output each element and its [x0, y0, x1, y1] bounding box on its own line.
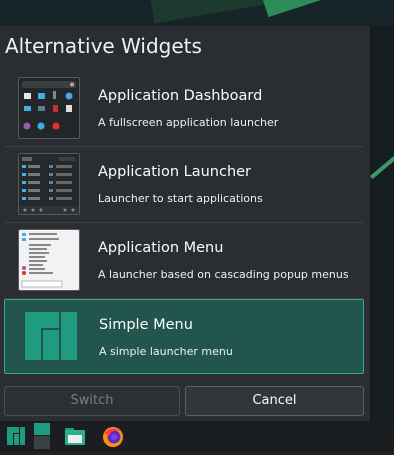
- manjaro-logo-icon[interactable]: [5, 425, 27, 447]
- simple-menu-icon[interactable]: [33, 421, 55, 451]
- widget-item-application-dashboard[interactable]: Application Dashboard A fullscreen appli…: [4, 71, 364, 147]
- widget-name: Simple Menu: [99, 317, 193, 333]
- widget-item-application-launcher[interactable]: Application Launcher Launcher to start a…: [4, 147, 364, 223]
- firefox-icon[interactable]: [101, 425, 123, 447]
- dialog-title: Alternative Widgets: [5, 34, 202, 58]
- dashboard-thumbnail: [18, 77, 80, 139]
- desktop-wallpaper: [0, 0, 394, 26]
- widget-name: Application Launcher: [98, 164, 252, 180]
- switch-button[interactable]: Switch: [4, 386, 180, 416]
- widget-description: Launcher to start applications: [98, 192, 263, 205]
- desktop-background-edge: [370, 26, 394, 421]
- widget-item-application-menu[interactable]: Application Menu A launcher based on cas…: [4, 223, 364, 299]
- launcher-thumbnail: [18, 153, 80, 215]
- menu-thumbnail: [18, 229, 80, 291]
- widget-item-simple-menu[interactable]: Simple Menu A simple launcher menu: [4, 299, 364, 374]
- alternative-widgets-dialog: Alternative Widgets Application Dashboar…: [0, 26, 370, 421]
- widget-description: A launcher based on cascading popup menu…: [98, 268, 349, 281]
- taskbar: [0, 421, 394, 452]
- file-manager-icon[interactable]: [64, 425, 86, 447]
- manjaro-logo: [19, 306, 79, 366]
- widget-description: A simple launcher menu: [99, 345, 233, 358]
- widget-name: Application Dashboard: [98, 88, 263, 104]
- widget-name: Application Menu: [98, 240, 224, 256]
- widget-list: Application Dashboard A fullscreen appli…: [4, 71, 364, 374]
- cancel-button[interactable]: Cancel: [185, 386, 364, 416]
- widget-description: A fullscreen application launcher: [98, 116, 279, 129]
